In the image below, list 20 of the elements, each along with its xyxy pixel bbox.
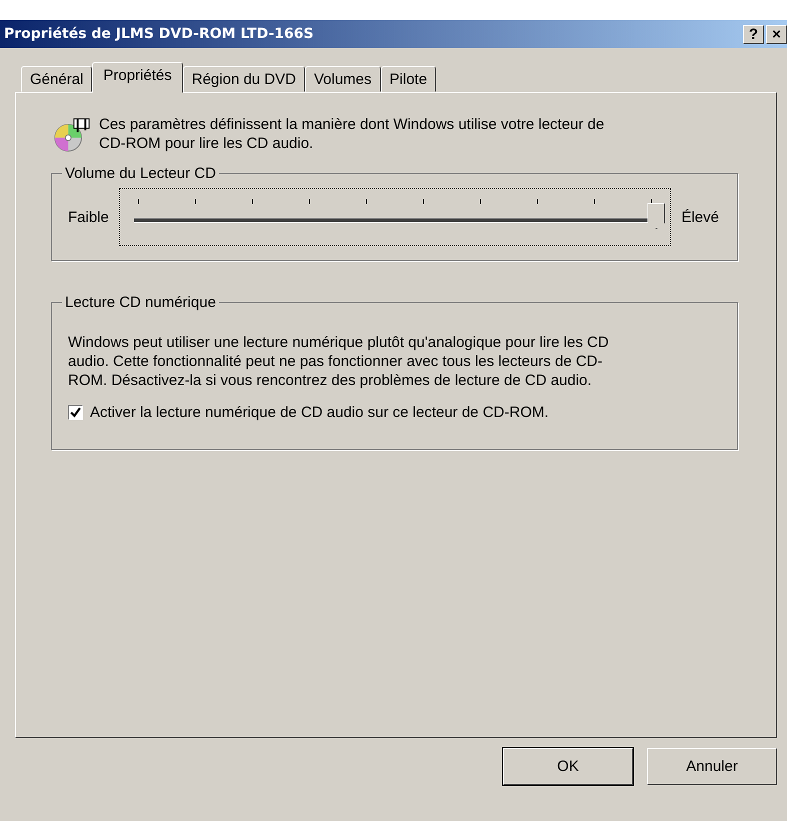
- tab[interactable]: Volumes: [304, 66, 381, 92]
- tab[interactable]: Propriétés: [92, 62, 183, 93]
- help-button[interactable]: ?: [743, 24, 764, 44]
- volume-slider[interactable]: [118, 188, 672, 246]
- description-text: Windows peut utiliser une lecture numérique plutôt qu'analogique pour lire les CD audio. Cette fonctionnalité peut ne pas fonctionner avec tous les lecteurs de CD-ROM. Désactivez-la si vous rencontrez des problèmes de lecture de CD audio.: [68, 333, 610, 390]
- tab[interactable]: Région du DVD: [182, 66, 305, 92]
- checkbox[interactable]: [68, 405, 83, 420]
- slider-thumb[interactable]: [647, 203, 666, 229]
- cancel-button[interactable]: Annuler: [647, 748, 777, 785]
- tab[interactable]: Pilote: [380, 66, 436, 92]
- group-title: Volume du Lecteur CD: [64, 165, 217, 182]
- group-title: Lecture CD numérique: [64, 294, 217, 311]
- min-label: Faible: [68, 208, 109, 226]
- window-title: Propriétés de JLMS DVD-ROM LTD-166S: [4, 26, 314, 42]
- intro-text: Ces paramètres définissent la manière dont Windows utilise votre lecteur de CD-ROM pour lire les CD audio.: [99, 115, 606, 153]
- ok-button[interactable]: OK: [503, 748, 633, 785]
- checkbox-label[interactable]: Activer la lecture numérique de CD audio sur ce lecteur de CD-ROM.: [90, 404, 549, 421]
- max-label: Élevé: [681, 208, 719, 226]
- close-button[interactable]: ×: [766, 24, 787, 44]
- tab[interactable]: Général: [21, 66, 92, 92]
